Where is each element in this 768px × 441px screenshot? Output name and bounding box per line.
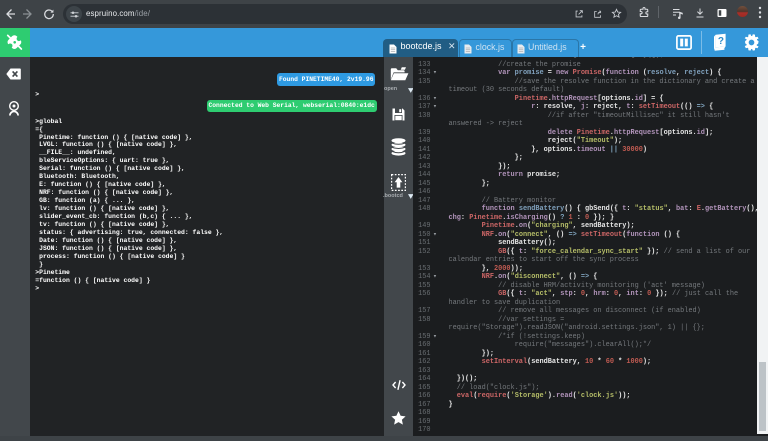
svg-text:?: ? [718, 36, 724, 47]
